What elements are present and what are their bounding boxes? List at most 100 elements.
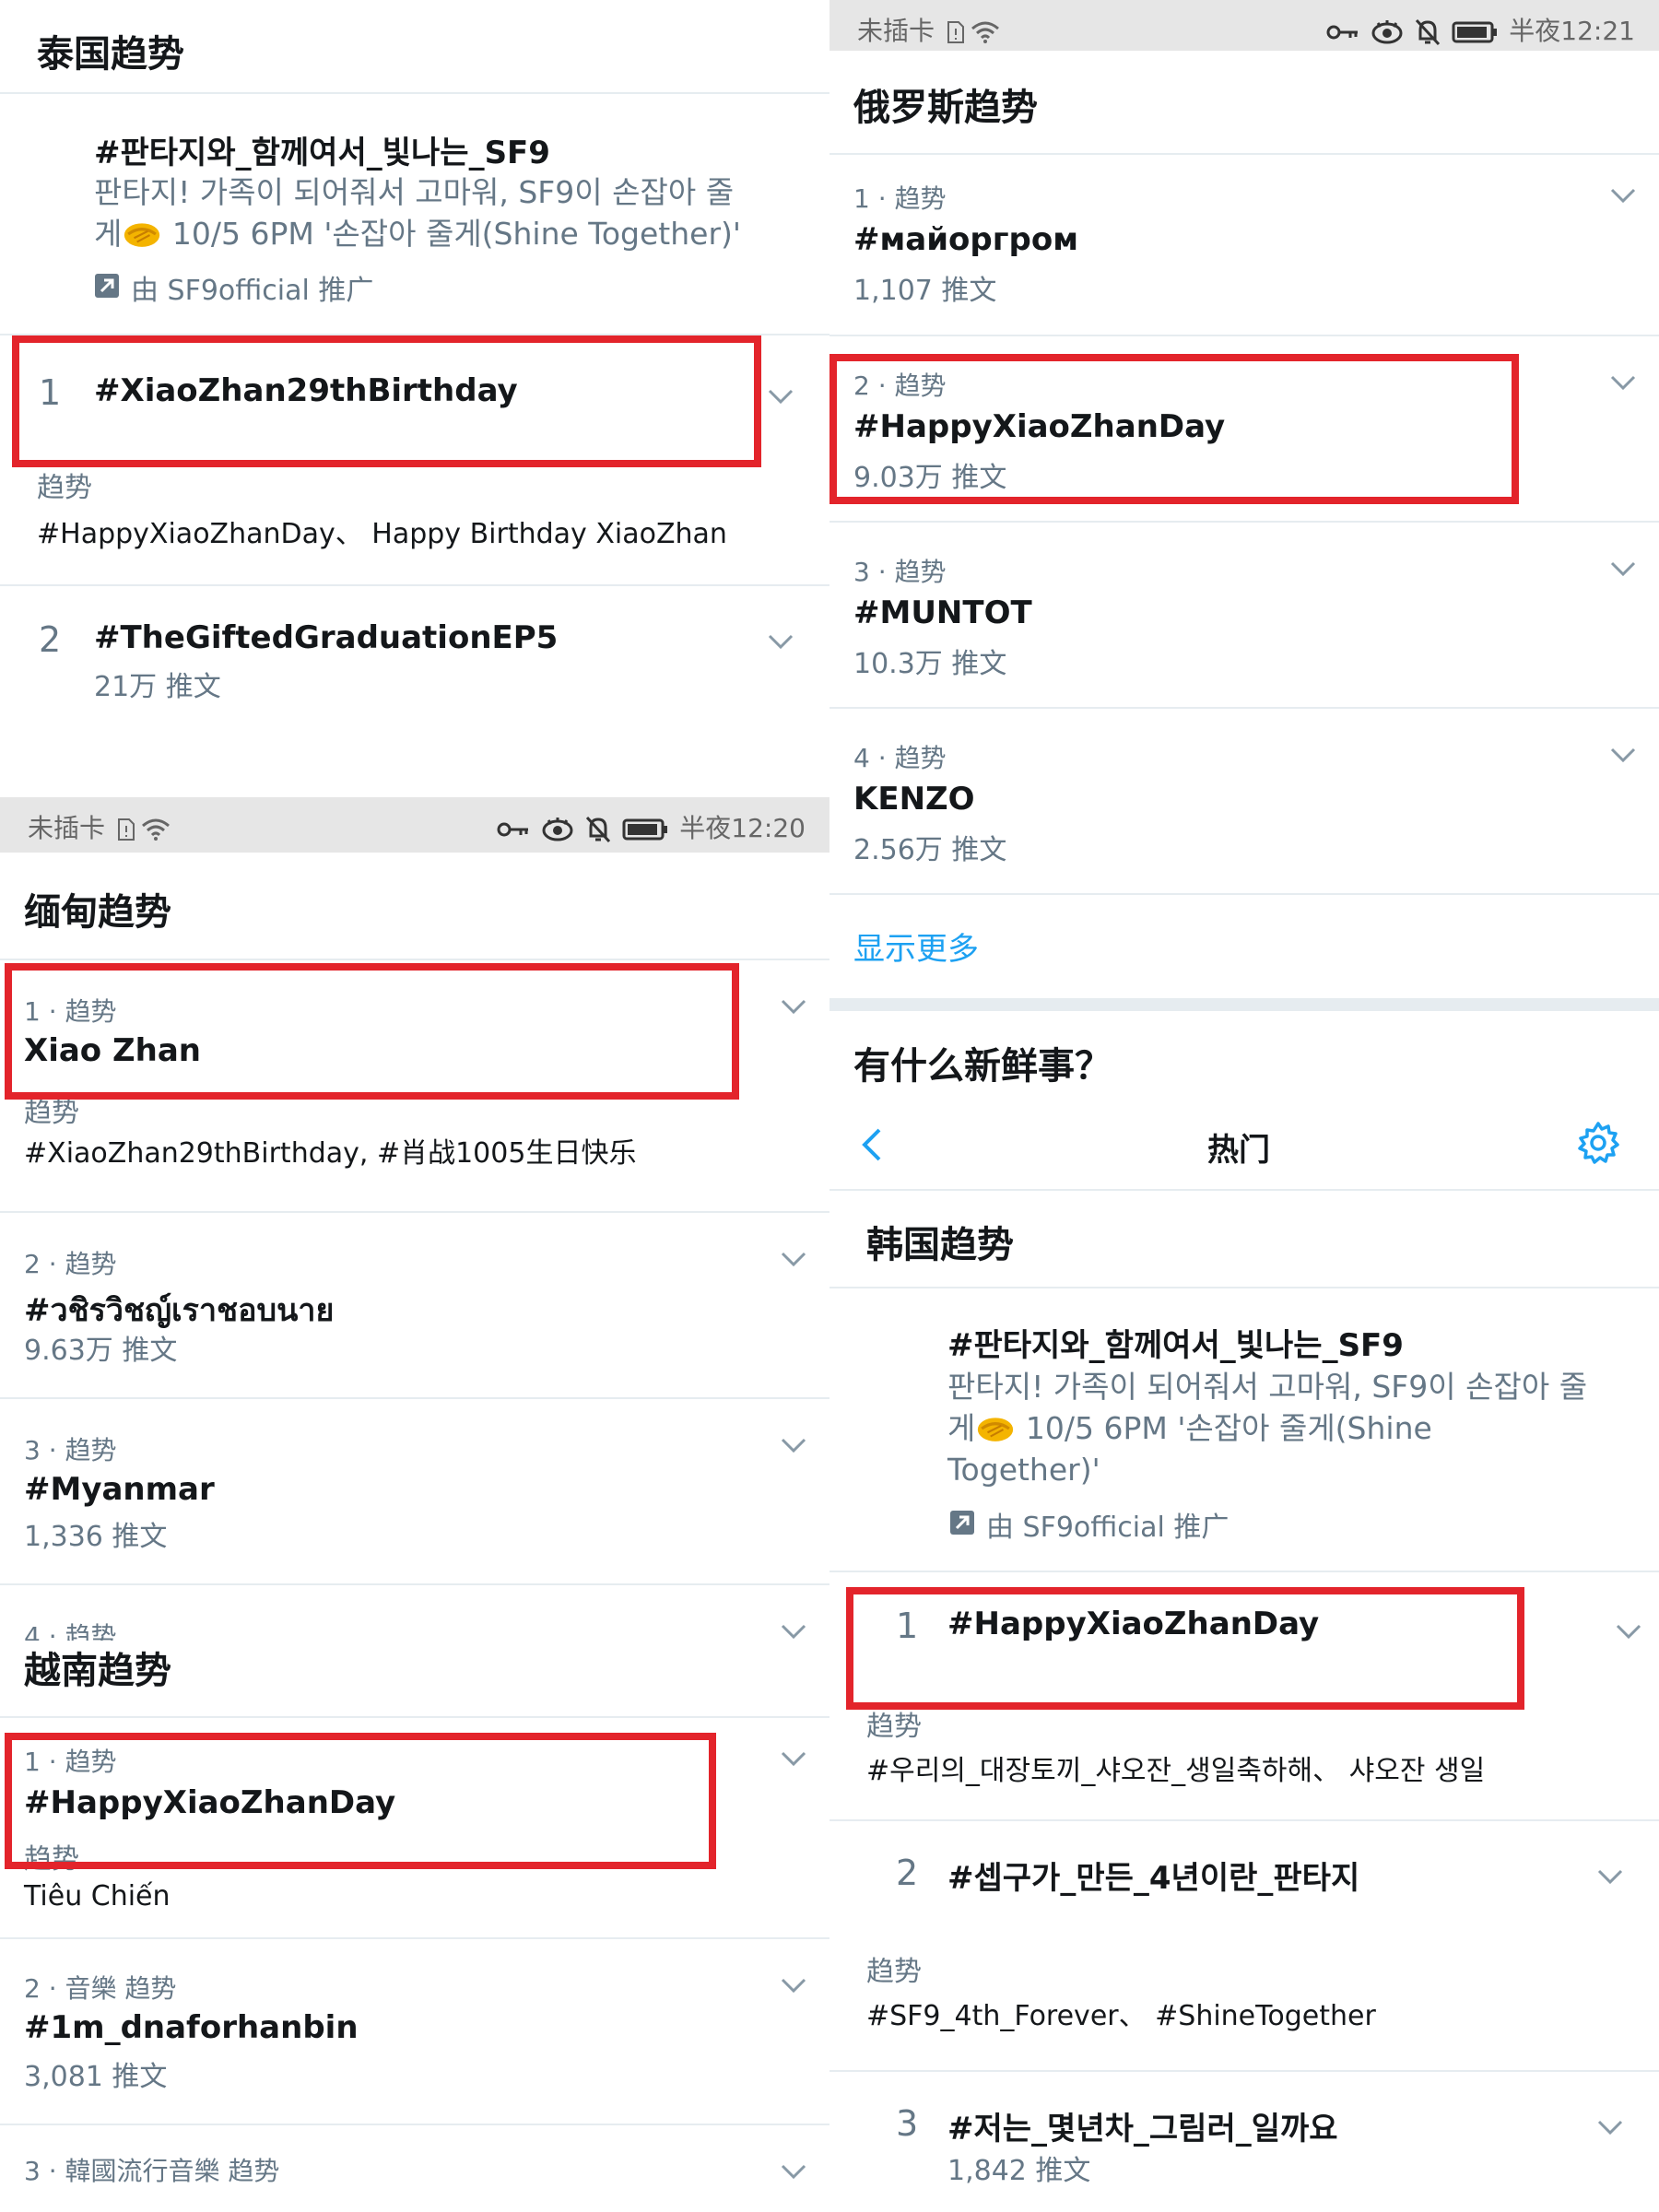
trend-context: Tiêu Chiến — [24, 1880, 171, 1912]
chevron-down-icon[interactable] — [1609, 186, 1637, 205]
whats-new-heading: 有什么新鲜事？ — [853, 1045, 1112, 1088]
promo-text-line: 판타지! 가족이 되어줘서 고마워, SF9이 손잡아 줄 — [947, 1369, 1588, 1405]
chevron-down-icon[interactable] — [1615, 1622, 1642, 1641]
trend-context: #SF9_4th_Forever、 #ShineTogether — [866, 2000, 1376, 2032]
trend-item[interactable]: 2 #셉구가_만든_4년이란_판타지 趋势 #SF9_4th_Forever、 … — [830, 1821, 1659, 2070]
promoted-icon — [94, 273, 120, 299]
highlight-box — [5, 1733, 716, 1869]
trend-meta: 10.3万 推文 — [853, 648, 1007, 680]
trend-item[interactable]: 3 · 韓國流行音樂 趋势 — [0, 2125, 830, 2212]
trend-title: #TheGiftedGraduationEP5 — [94, 619, 559, 656]
chevron-down-icon[interactable] — [780, 1250, 807, 1268]
promo-text-part: 게 — [947, 1410, 976, 1446]
wifi-icon — [141, 818, 171, 841]
trend-rank: 1 · 趋势 — [853, 183, 947, 214]
myanmar-trends-header: 缅甸趋势 — [24, 891, 171, 934]
trend-meta: 2.56万 推文 — [853, 834, 1007, 866]
trend-item[interactable]: 3 · 趋势 #Myanmar 1,336 推文 — [0, 1399, 830, 1583]
eye-icon — [1371, 19, 1404, 45]
key-icon — [497, 820, 530, 839]
chevron-down-icon[interactable] — [1609, 559, 1637, 578]
chevron-down-icon[interactable] — [780, 2162, 807, 2181]
nav-bar: 热门 — [830, 1104, 1659, 1189]
carrier-label: 未插卡 — [28, 813, 106, 843]
chevron-down-icon[interactable] — [767, 387, 794, 406]
handshake-icon — [122, 218, 162, 250]
trend-rank: 3 — [896, 2103, 919, 2144]
trend-title: #저는_몇년차_그림러_일까요 — [947, 2111, 1338, 2147]
chevron-down-icon[interactable] — [780, 1749, 807, 1768]
status-left: 未插卡 — [28, 808, 182, 845]
promo-title: #판타지와_함께여서_빛나는_SF9 — [947, 1327, 1404, 1364]
promoted-trend[interactable]: #판타지와_함께여서_빛나는_SF9 판타지! 가족이 되어줘서 고마워, SF… — [830, 1288, 1659, 1571]
thailand-trends-header: 泰国趋势 — [37, 33, 184, 76]
vietnam-trends-section: 越南趋势 1 · 趋势 #HappyXiaoZhanDay 趋势 Tiêu Ch… — [0, 1641, 830, 2212]
back-icon[interactable] — [861, 1126, 883, 1163]
trend-meta: 1,336 推文 — [24, 1521, 168, 1553]
trend-rank: 4 · 趋势 — [853, 743, 947, 773]
promo-text-part: 10/5 6PM '손잡아 줄게(Shine — [1016, 1410, 1432, 1446]
trend-rank: 2 — [896, 1853, 919, 1893]
key-icon — [1326, 23, 1359, 41]
trend-rank: 2 — [39, 619, 62, 660]
chevron-down-icon[interactable] — [780, 1622, 807, 1641]
mute-icon — [585, 816, 611, 843]
trend-meta: 3,081 推文 — [24, 2061, 168, 2093]
trend-item[interactable]: 2 · 趋势 #วชิรวิชญ์เราชอบนาย 9.63万 推文 — [0, 1213, 830, 1397]
status-left: 未插卡 — [857, 11, 1011, 48]
status-bar: 未插卡 半夜12:20 — [0, 797, 830, 853]
trend-title: #셉구가_만든_4년이란_판타지 — [947, 1860, 1360, 1897]
chevron-down-icon[interactable] — [780, 997, 807, 1016]
chevron-down-icon[interactable] — [1609, 746, 1637, 764]
highlight-box — [830, 354, 1519, 504]
trend-title: #Myanmar — [24, 1471, 215, 1508]
carrier-label: 未插卡 — [857, 16, 935, 46]
battery-icon — [622, 818, 668, 841]
settings-gear-icon[interactable] — [1576, 1121, 1620, 1165]
highlight-box — [5, 963, 739, 1100]
promo-by: 由 SF9official 推广 — [131, 275, 374, 307]
trend-meta: 趋势 — [37, 472, 92, 504]
promo-text-line: 게 10/5 6PM '손잡아 줄게(Shine Together)' — [94, 213, 741, 254]
russia-trends-panel: 未插卡 半夜12:21 俄罗斯趋势 1 · 趋势 #майоргром 1,10… — [830, 0, 1659, 2212]
chevron-down-icon[interactable] — [1596, 1867, 1624, 1886]
trend-meta: 1,842 推文 — [947, 2155, 1091, 2187]
promoted-trend[interactable]: #판타지와_함께여서_빛나는_SF9 판타지! 가족이 되어줘서 고마워, SF… — [0, 94, 830, 334]
trend-meta: 趋势 — [866, 1956, 922, 1988]
trend-meta: 1,107 推文 — [853, 275, 997, 307]
section-gap — [830, 998, 1659, 1011]
trend-context: #HappyXiaoZhanDay、 Happy Birthday XiaoZh… — [37, 518, 727, 550]
eye-icon — [541, 817, 574, 842]
promo-text-part: 게 — [94, 216, 123, 252]
promo-text-line: 판타지! 가족이 되어줘서 고마워, SF9이 손잡아 줄 — [94, 174, 735, 210]
highlight-box — [846, 1587, 1524, 1710]
trend-item[interactable]: 3 · 趋势 #MUNTOT 10.3万 推文 — [830, 523, 1659, 707]
nav-title: 热门 — [1207, 1132, 1270, 1169]
divider — [830, 893, 1659, 895]
promoted-icon — [949, 1510, 975, 1535]
trend-item[interactable]: 2 #TheGiftedGraduationEP5 21万 推文 — [0, 586, 830, 734]
trend-title: KENZO — [853, 781, 975, 818]
trend-rank: 3 · 韓國流行音樂 趋势 — [24, 2156, 280, 2186]
chevron-down-icon[interactable] — [780, 1976, 807, 1994]
promo-by: 由 SF9official 推广 — [986, 1512, 1230, 1544]
chevron-down-icon[interactable] — [767, 632, 794, 651]
chevron-down-icon[interactable] — [1609, 373, 1637, 392]
chevron-down-icon[interactable] — [780, 1436, 807, 1454]
show-more-link[interactable]: 显示更多 — [853, 924, 979, 969]
promo-title: #판타지와_함께여서_빛나는_SF9 — [94, 135, 550, 171]
trend-item[interactable]: 4 · 趋势 — [0, 1585, 830, 1652]
trend-item[interactable]: 3 #저는_몇년차_그림러_일까요 1,842 推文 — [830, 2072, 1659, 2212]
korea-trends-header: 韩国趋势 — [866, 1224, 1014, 1266]
wifi-icon — [971, 20, 1000, 44]
trend-item[interactable]: 1 · 趋势 #майоргром 1,107 推文 — [830, 155, 1659, 335]
trend-title: #1m_dnaforhanbin — [24, 2009, 359, 2046]
trend-rank: 3 · 趋势 — [853, 557, 947, 587]
sim-icon — [117, 818, 135, 841]
trend-item[interactable]: 4 · 趋势 KENZO 2.56万 推文 — [830, 709, 1659, 893]
chevron-down-icon[interactable] — [1596, 2118, 1624, 2136]
trend-context: #XiaoZhan29thBirthday, #肖战1005生日快乐 — [24, 1137, 637, 1170]
trend-item[interactable]: 2 · 音樂 趋势 #1m_dnaforhanbin 3,081 推文 — [0, 1939, 830, 2124]
promo-text-line: 게 10/5 6PM '손잡아 줄게(Shine — [947, 1407, 1432, 1449]
thailand-trends-panel: 泰国趋势 #판타지와_함께여서_빛나는_SF9 판타지! 가족이 되어줘서 고마… — [0, 0, 830, 797]
